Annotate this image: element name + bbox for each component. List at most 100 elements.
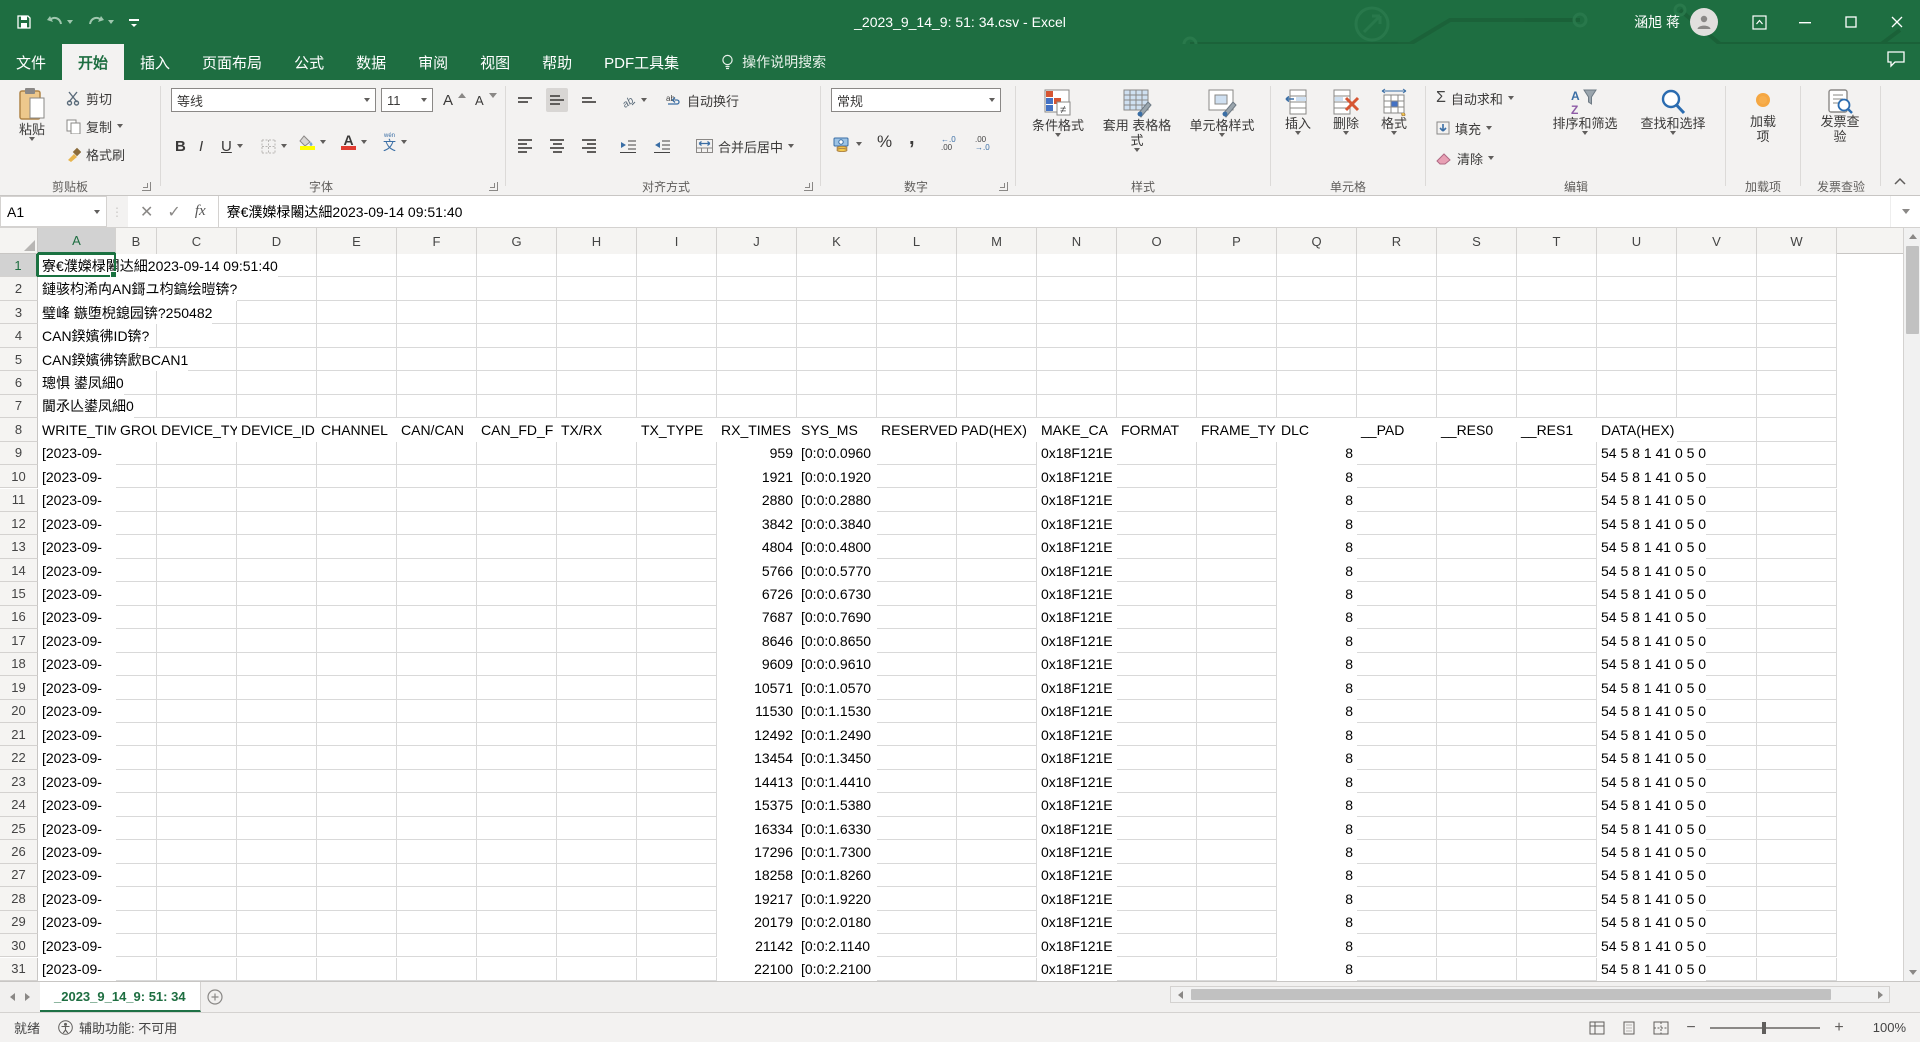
cell-U11[interactable] [1597,489,1677,512]
cell-S21[interactable] [1437,723,1517,746]
cell-P14[interactable] [1197,559,1277,582]
cell-Q4[interactable] [1277,324,1357,347]
accounting-format-button[interactable] [829,132,866,156]
maximize-button[interactable] [1828,0,1874,44]
font-size-combo[interactable]: 11 [381,88,433,112]
cell-N3[interactable] [1037,301,1117,324]
cell-O20[interactable] [1117,700,1197,723]
cell-I15[interactable] [637,582,717,605]
row-header-15[interactable]: 15 [0,582,38,605]
cell-H22[interactable] [557,746,637,769]
cell-M4[interactable] [957,324,1037,347]
undo-dropdown[interactable] [67,20,73,24]
cell-W15[interactable] [1757,582,1837,605]
cell-Q21[interactable] [1277,723,1357,746]
cell-B3[interactable] [116,301,157,324]
cell-O28[interactable] [1117,887,1197,910]
cell-W31[interactable] [1757,958,1837,981]
cell-U3[interactable] [1597,301,1677,324]
cell-S15[interactable] [1437,582,1517,605]
row-header-29[interactable]: 29 [0,911,38,934]
cell-P19[interactable] [1197,676,1277,699]
cell-M20[interactable] [957,700,1037,723]
cell-U19[interactable] [1597,676,1677,699]
cell-C25[interactable] [157,817,237,840]
cell-R14[interactable] [1357,559,1437,582]
cell-T14[interactable] [1517,559,1597,582]
cell-V8[interactable] [1677,418,1757,441]
cell-M13[interactable] [957,535,1037,558]
cell-P20[interactable] [1197,700,1277,723]
cell-R1[interactable] [1357,254,1437,277]
cell-B13[interactable] [116,535,157,558]
cell-A29[interactable] [38,911,116,934]
cell-F27[interactable] [397,864,477,887]
cell-O7[interactable] [1117,395,1197,418]
cell-F19[interactable] [397,676,477,699]
row-header-31[interactable]: 31 [0,958,38,981]
addins-button[interactable]: 加载项 [1740,84,1786,146]
row-header-11[interactable]: 11 [0,489,38,512]
cell-F28[interactable] [397,887,477,910]
cell-G26[interactable] [477,840,557,863]
italic-button[interactable]: I [195,134,215,158]
cell-W16[interactable] [1757,606,1837,629]
cell-B29[interactable] [116,911,157,934]
cell-S24[interactable] [1437,793,1517,816]
cell-Q25[interactable] [1277,817,1357,840]
column-header-P[interactable]: P [1197,228,1277,254]
cell-J30[interactable] [717,934,797,957]
cell-N29[interactable] [1037,911,1117,934]
row-header-7[interactable]: 7 [0,395,38,418]
enter-formula-button[interactable]: ✓ [167,202,180,222]
cell-I29[interactable] [637,911,717,934]
cell-C29[interactable] [157,911,237,934]
cell-Q17[interactable] [1277,629,1357,652]
cell-T25[interactable] [1517,817,1597,840]
cell-C28[interactable] [157,887,237,910]
cell-Q9[interactable] [1277,442,1357,465]
cell-E10[interactable] [317,465,397,488]
cell-H2[interactable] [557,277,637,300]
row-header-20[interactable]: 20 [0,700,38,723]
cell-D28[interactable] [237,887,317,910]
cell-J8[interactable] [717,418,797,441]
cell-Q13[interactable] [1277,535,1357,558]
delete-cells-button[interactable]: 删除 [1323,84,1369,137]
cell-M29[interactable] [957,911,1037,934]
cell-B24[interactable] [116,793,157,816]
cell-P3[interactable] [1197,301,1277,324]
cell-K19[interactable] [797,676,877,699]
cell-M2[interactable] [957,277,1037,300]
column-header-K[interactable]: K [797,228,877,254]
cell-G1[interactable] [477,254,557,277]
cell-B23[interactable] [116,770,157,793]
clear-button[interactable]: 清除 [1432,146,1498,170]
cell-A22[interactable] [38,746,116,769]
cell-O6[interactable] [1117,371,1197,394]
cell-I22[interactable] [637,746,717,769]
cell-E8[interactable] [317,418,397,441]
cell-R26[interactable] [1357,840,1437,863]
cell-H29[interactable] [557,911,637,934]
cell-K9[interactable] [797,442,877,465]
cell-S3[interactable] [1437,301,1517,324]
cell-R22[interactable] [1357,746,1437,769]
cell-G6[interactable] [477,371,557,394]
font-dialog-launcher[interactable] [489,182,498,191]
cell-B16[interactable] [116,606,157,629]
cell-C3[interactable] [157,301,237,324]
cell-F12[interactable] [397,512,477,535]
cell-S28[interactable] [1437,887,1517,910]
cell-A1[interactable] [38,254,116,277]
cell-S25[interactable] [1437,817,1517,840]
cell-P16[interactable] [1197,606,1277,629]
cell-V3[interactable] [1677,301,1757,324]
tab-file[interactable]: 文件 [0,44,62,80]
cell-L2[interactable] [877,277,957,300]
cell-V9[interactable] [1677,442,1757,465]
cell-H6[interactable] [557,371,637,394]
ribbon-display-options-button[interactable] [1736,0,1782,44]
cell-U26[interactable] [1597,840,1677,863]
cell-O23[interactable] [1117,770,1197,793]
